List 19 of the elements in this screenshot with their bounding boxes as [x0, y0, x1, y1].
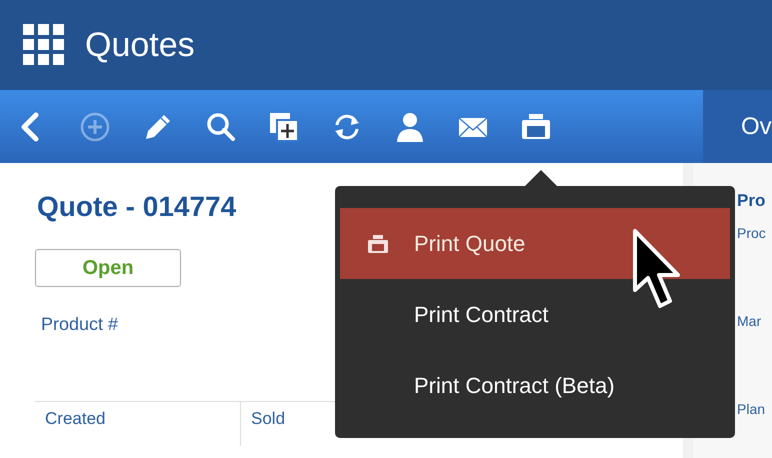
search-icon[interactable]: [205, 110, 237, 142]
field-label: Product #: [40, 314, 118, 335]
menu-item[interactable]: Print Contract: [340, 279, 730, 350]
field-label: Mar: [737, 313, 762, 329]
copy-add-icon[interactable]: [268, 110, 300, 142]
person-icon[interactable]: [394, 110, 426, 142]
column-header: Sold: [250, 408, 286, 430]
field-label: Plan: [737, 401, 766, 417]
menu-item[interactable]: Print Quote: [340, 208, 730, 279]
status-badge: Open: [35, 249, 181, 287]
field-label: Proc: [737, 225, 767, 241]
app-grid-icon[interactable]: [23, 24, 65, 66]
panel-heading: Pro: [737, 191, 766, 211]
panel-tab-label[interactable]: Ov: [741, 112, 772, 140]
column-header: Created: [35, 402, 241, 446]
page-title: Quotes: [85, 26, 195, 64]
menu-item[interactable]: Print Contract (Beta): [340, 350, 730, 421]
record-title: Quote - 014774: [36, 191, 238, 223]
printer-icon: [368, 234, 388, 252]
